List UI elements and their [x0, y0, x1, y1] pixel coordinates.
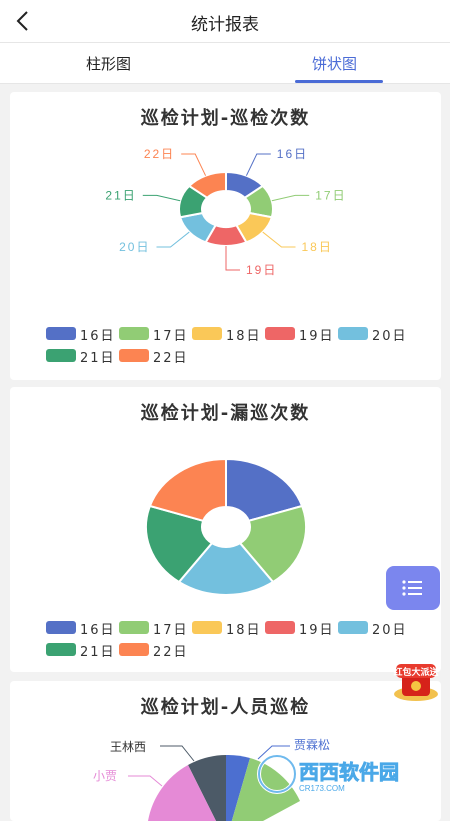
legend-swatch — [119, 327, 149, 340]
legend-label: 20日 — [372, 623, 408, 638]
legend-label: 18日 — [226, 329, 262, 344]
legend-label: 18日 — [226, 623, 262, 638]
legend-label: 21日 — [80, 351, 116, 366]
menu-fab-button[interactable] — [386, 566, 440, 610]
slice-label-19日: 19日 — [246, 263, 277, 277]
legend-swatch — [46, 349, 76, 362]
slice-label-xiaojia: 小贾 — [93, 769, 117, 783]
legend-label: 17日 — [153, 623, 189, 638]
legend-swatch — [338, 327, 368, 340]
label-leader-line — [225, 246, 240, 271]
watermark-text: 西西软件园 — [299, 760, 399, 784]
legend-swatch — [192, 327, 222, 340]
active-tab-indicator — [295, 80, 383, 83]
legend-label: 22日 — [153, 645, 189, 660]
slice-label-20日: 20日 — [119, 240, 150, 254]
legend-label: 20日 — [372, 329, 408, 344]
slice-label-17日: 17日 — [315, 188, 346, 202]
watermark-subtext: CR173.COM — [299, 784, 345, 793]
label-leader-line — [156, 231, 190, 248]
label-leader-line — [271, 194, 310, 202]
slice-label-wang: 王林西 — [110, 740, 146, 754]
legend-label: 22日 — [153, 351, 189, 366]
legend-swatch — [192, 621, 222, 634]
slice-label-18日: 18日 — [302, 240, 333, 254]
legend-swatch — [265, 327, 295, 340]
chart-type-tabs: 柱形图 饼状图 — [0, 43, 450, 84]
legend-label: 16日 — [80, 329, 116, 344]
legend-label: 17日 — [153, 329, 189, 344]
tab-pie-chart[interactable]: 饼状图 — [312, 53, 357, 74]
label-leader-line — [245, 153, 271, 176]
legend-label: 16日 — [80, 623, 116, 638]
label-leader-line — [128, 775, 163, 787]
legend-swatch — [119, 349, 149, 362]
legend-label: 19日 — [299, 623, 335, 638]
chart-card-inspection-count: 巡检计划-巡检次数 16日 17日 18日 19日 20日 21日 22日 16日 17日 18… — [10, 92, 441, 380]
label-leader-line — [181, 153, 207, 176]
label-leader-line — [262, 231, 296, 248]
legend-swatch — [46, 621, 76, 634]
slice-label-21日: 21日 — [105, 188, 136, 202]
slice-label-16日: 16日 — [277, 147, 308, 161]
list-icon — [402, 580, 422, 596]
legend-swatch — [265, 621, 295, 634]
page-title: 统计报表 — [191, 15, 259, 35]
legend-swatch — [119, 621, 149, 634]
legend-label: 19日 — [299, 329, 335, 344]
legend-swatch — [46, 327, 76, 340]
label-leader-line — [142, 194, 181, 202]
red-envelope-promo-icon[interactable]: 红包大派送 — [388, 656, 444, 704]
label-leader-line — [160, 745, 195, 762]
legend-swatch — [46, 643, 76, 656]
staff-inspection-chart: 王林西 小贾 贾霖松 — [93, 738, 330, 821]
legend-label: 21日 — [80, 645, 116, 660]
legend-swatch — [119, 643, 149, 656]
site-watermark-logo: 西西软件园 CR173.COM — [257, 754, 399, 794]
slice-label-22日: 22日 — [144, 147, 175, 161]
promo-text: 红包大派送 — [393, 666, 439, 677]
legend-swatch — [338, 621, 368, 634]
slice-label-jia: 贾霖松 — [294, 738, 330, 752]
chart-card-missed-count: 巡检计划-漏巡次数 16日 17日 18日 19日 20日 21日 22日 — [10, 387, 441, 672]
app-header: 统计报表 — [0, 0, 450, 43]
tab-bar-chart[interactable]: 柱形图 — [86, 53, 131, 74]
chart-card-staff-inspection: 巡检计划-人员巡检 王林西 小贾 贾霖松 — [10, 681, 441, 821]
